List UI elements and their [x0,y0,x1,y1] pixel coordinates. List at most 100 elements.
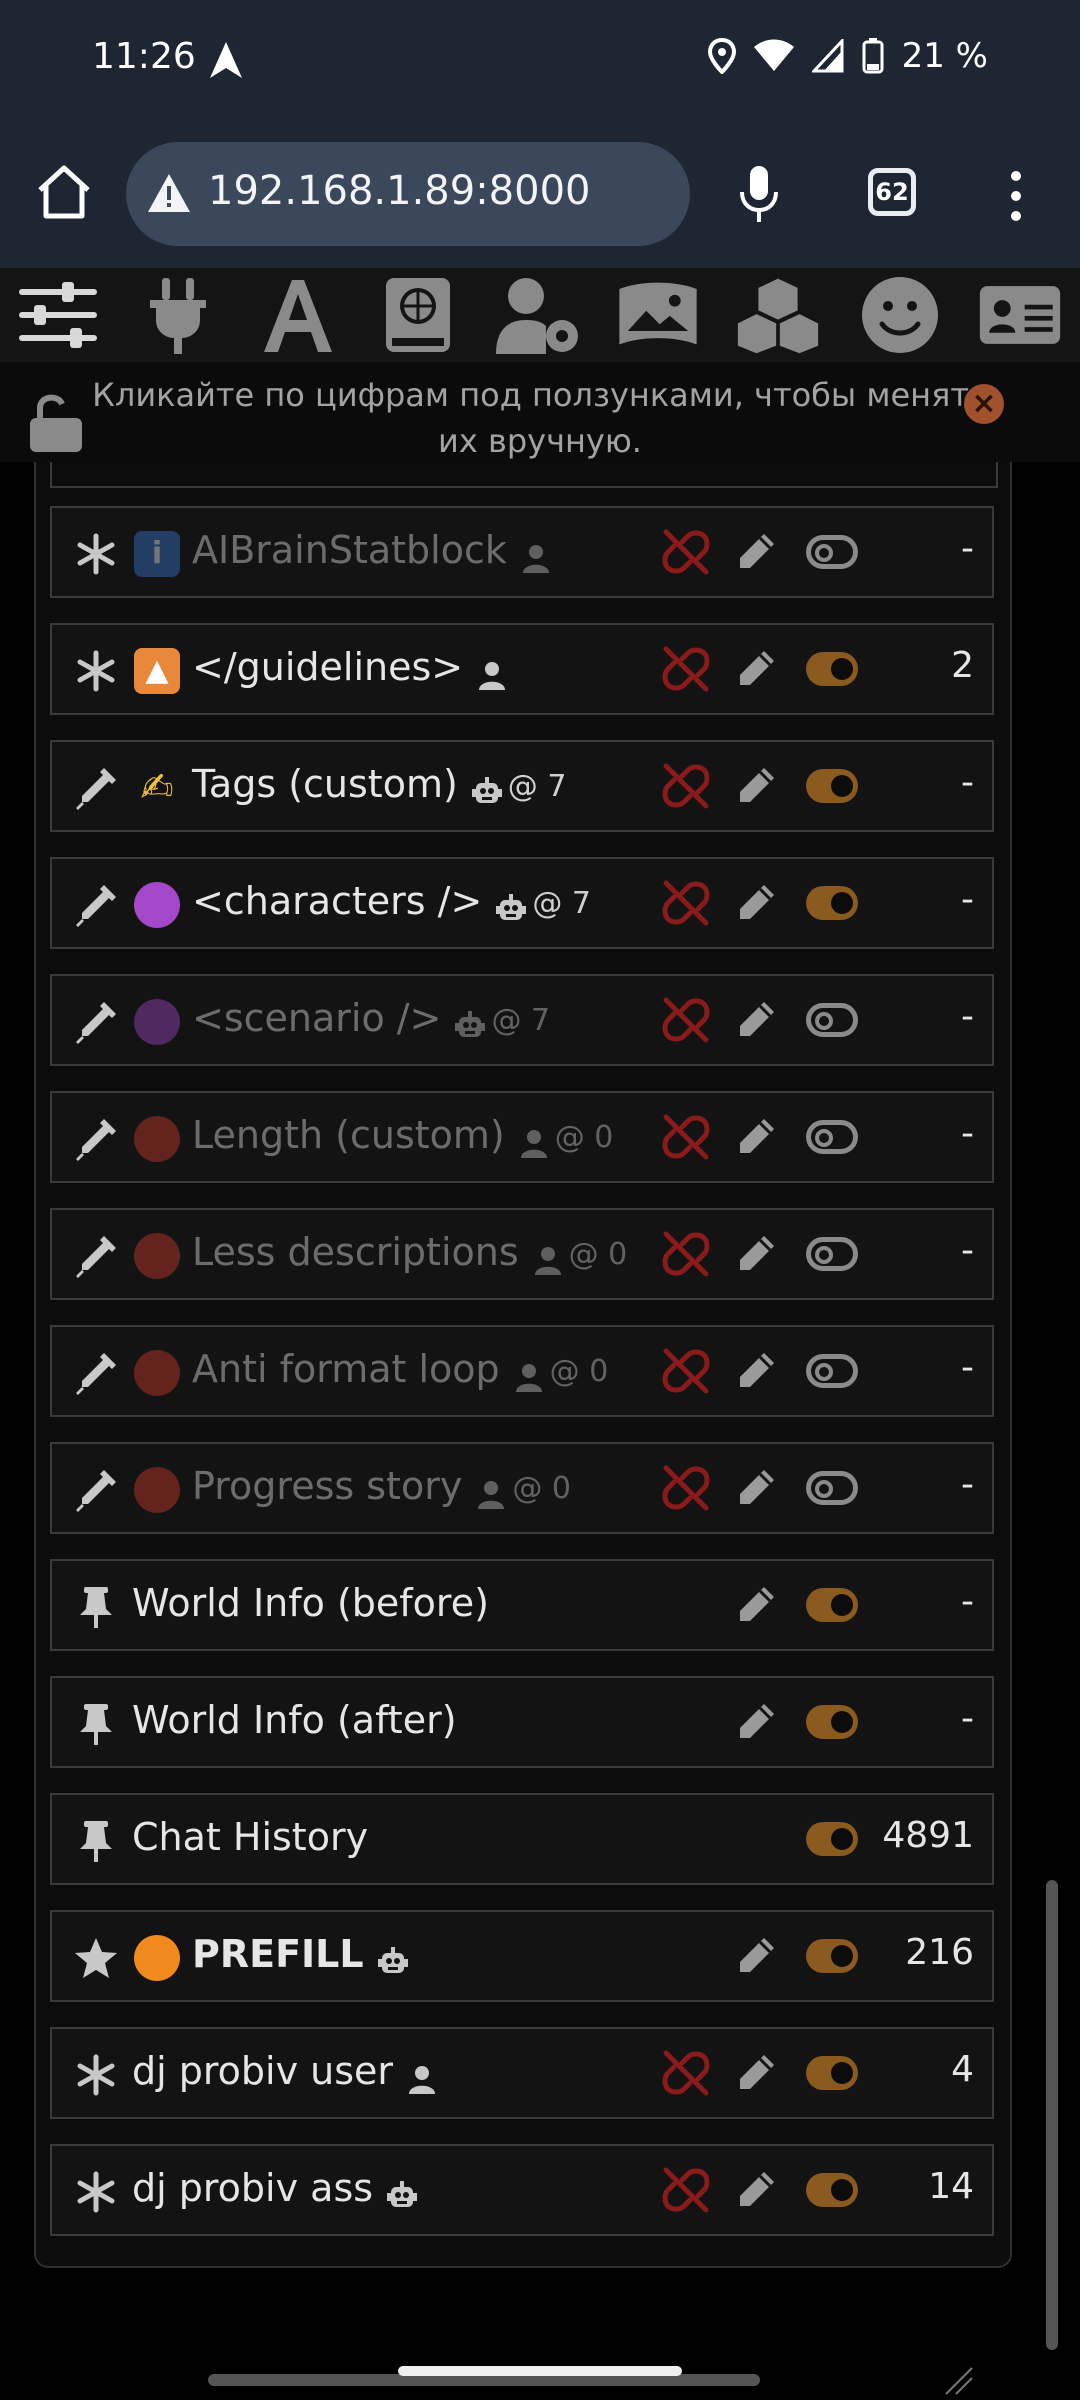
font-icon[interactable] [256,274,340,356]
token-count[interactable]: - [961,1113,974,1154]
star-icon[interactable] [74,1936,118,1980]
enable-toggle[interactable] [806,1705,858,1739]
syringe-icon[interactable] [74,1468,118,1512]
edit-pencil-icon[interactable] [734,881,778,925]
edit-pencil-icon[interactable] [734,2051,778,2095]
enable-toggle[interactable] [806,1471,858,1505]
prompt-name[interactable]: dj probiv ass [132,2166,418,2210]
prompt-name[interactable]: Tags (custom) @ 7 [192,762,566,806]
syringe-icon[interactable] [74,1234,118,1278]
prompt-row[interactable]: PREFILL 216 [50,1910,994,2002]
image-icon[interactable] [616,274,700,356]
prompt-name[interactable]: </guidelines> [192,645,507,690]
prompt-name-text[interactable]: <scenario /> [192,996,441,1040]
unlink-icon[interactable] [662,645,710,693]
resize-handle-icon[interactable] [944,2366,974,2396]
prompt-name[interactable]: World Info (before) [132,1581,489,1625]
url-text[interactable]: 192.168.1.89:8000 [208,168,590,214]
pin-icon[interactable] [74,1702,118,1746]
prompt-row[interactable]: Length (custom) @ 0 - [50,1091,994,1183]
edit-pencil-icon[interactable] [734,647,778,691]
edit-pencil-icon[interactable] [734,2168,778,2212]
close-icon[interactable]: × [964,384,1004,424]
unlink-icon[interactable] [662,1347,710,1395]
pin-icon[interactable] [74,1819,118,1863]
unlink-icon[interactable] [662,1464,710,1512]
asterisk-icon[interactable] [74,649,118,693]
enable-toggle[interactable] [806,1003,858,1037]
prompt-name[interactable]: Length (custom) @ 0 [192,1113,613,1158]
prompt-name-text[interactable]: World Info (after) [132,1698,457,1742]
enable-toggle[interactable] [806,535,858,569]
prompt-row[interactable]: dj probiv ass 14 [50,2144,994,2236]
syringe-icon[interactable] [74,766,118,810]
asterisk-icon[interactable] [74,532,118,576]
enable-toggle[interactable] [806,2173,858,2207]
unlink-icon[interactable] [662,2049,710,2097]
edit-pencil-icon[interactable] [734,1934,778,1978]
url-bar[interactable]: 192.168.1.89:8000 [126,142,690,246]
prompt-name-text[interactable]: Progress story [192,1464,462,1508]
prompt-name-text[interactable]: <characters /> [192,879,482,923]
prompt-name-text[interactable]: Tags (custom) [192,762,458,806]
syringe-icon[interactable] [74,1351,118,1395]
token-count[interactable]: - [961,1698,974,1739]
more-menu-icon[interactable] [1006,168,1026,224]
unlink-icon[interactable] [662,762,710,810]
pin-icon[interactable] [74,1585,118,1629]
token-count[interactable]: - [961,1347,974,1388]
edit-pencil-icon[interactable] [734,530,778,574]
enable-toggle[interactable] [806,769,858,803]
prompt-row[interactable]: Anti format loop @ 0 - [50,1325,994,1417]
unlink-icon[interactable] [662,1113,710,1161]
smile-icon[interactable] [858,274,942,356]
prompt-name-text[interactable]: dj probiv user [132,2049,393,2093]
token-count[interactable]: 2 [951,645,974,686]
plug-icon[interactable] [136,274,220,356]
unlink-icon[interactable] [662,879,710,927]
prompt-name[interactable]: Progress story @ 0 [192,1464,571,1509]
prompt-row[interactable]: i AIBrainStatblock - [50,506,994,598]
user-gear-icon[interactable] [496,274,580,356]
prompt-name[interactable]: <characters /> @ 7 [192,879,591,923]
edit-pencil-icon[interactable] [734,998,778,1042]
cubes-icon[interactable] [736,274,820,356]
syringe-icon[interactable] [74,1117,118,1161]
edit-pencil-icon[interactable] [734,1583,778,1627]
warning-icon[interactable] [146,172,192,214]
prompt-row[interactable]: <characters /> @ 7 - [50,857,994,949]
syringe-icon[interactable] [74,883,118,927]
prompt-name[interactable]: <scenario /> @ 7 [192,996,550,1040]
prompt-name[interactable]: PREFILL [192,1932,408,1976]
prompt-row[interactable]: Chat History 4891 [50,1793,994,1885]
prompt-name-text[interactable]: dj probiv ass [132,2166,373,2210]
token-count[interactable]: - [961,1581,974,1622]
prompt-name-text[interactable]: AIBrainStatblock [192,528,507,572]
prompt-name-text[interactable]: Anti format loop [192,1347,500,1391]
prompt-name[interactable]: World Info (after) [132,1698,457,1742]
enable-toggle[interactable] [806,1822,858,1856]
edit-pencil-icon[interactable] [734,1232,778,1276]
home-icon[interactable] [34,162,94,222]
enable-toggle[interactable] [806,652,858,686]
token-count[interactable]: 4 [951,2049,974,2090]
prompt-name-text[interactable]: World Info (before) [132,1581,489,1625]
edit-pencil-icon[interactable] [734,1700,778,1744]
token-count[interactable]: - [961,762,974,803]
prompt-row[interactable]: <scenario /> @ 7 - [50,974,994,1066]
prompt-row[interactable]: Progress story @ 0 - [50,1442,994,1534]
prompt-name[interactable]: Anti format loop @ 0 [192,1347,608,1392]
prompt-name-text[interactable]: Less descriptions [192,1230,519,1274]
token-count[interactable]: - [961,996,974,1037]
unlink-icon[interactable] [662,2166,710,2214]
enable-toggle[interactable] [806,1588,858,1622]
lock-open-icon[interactable] [26,390,86,454]
token-count[interactable]: - [961,528,974,569]
tab-switcher-button[interactable]: 62 [868,168,916,216]
unlink-icon[interactable] [662,996,710,1044]
enable-toggle[interactable] [806,1354,858,1388]
token-count[interactable]: 4891 [882,1815,974,1856]
sliders-icon[interactable] [16,274,100,356]
prompt-row[interactable]: World Info (after) - [50,1676,994,1768]
book-globe-icon[interactable] [376,274,460,356]
